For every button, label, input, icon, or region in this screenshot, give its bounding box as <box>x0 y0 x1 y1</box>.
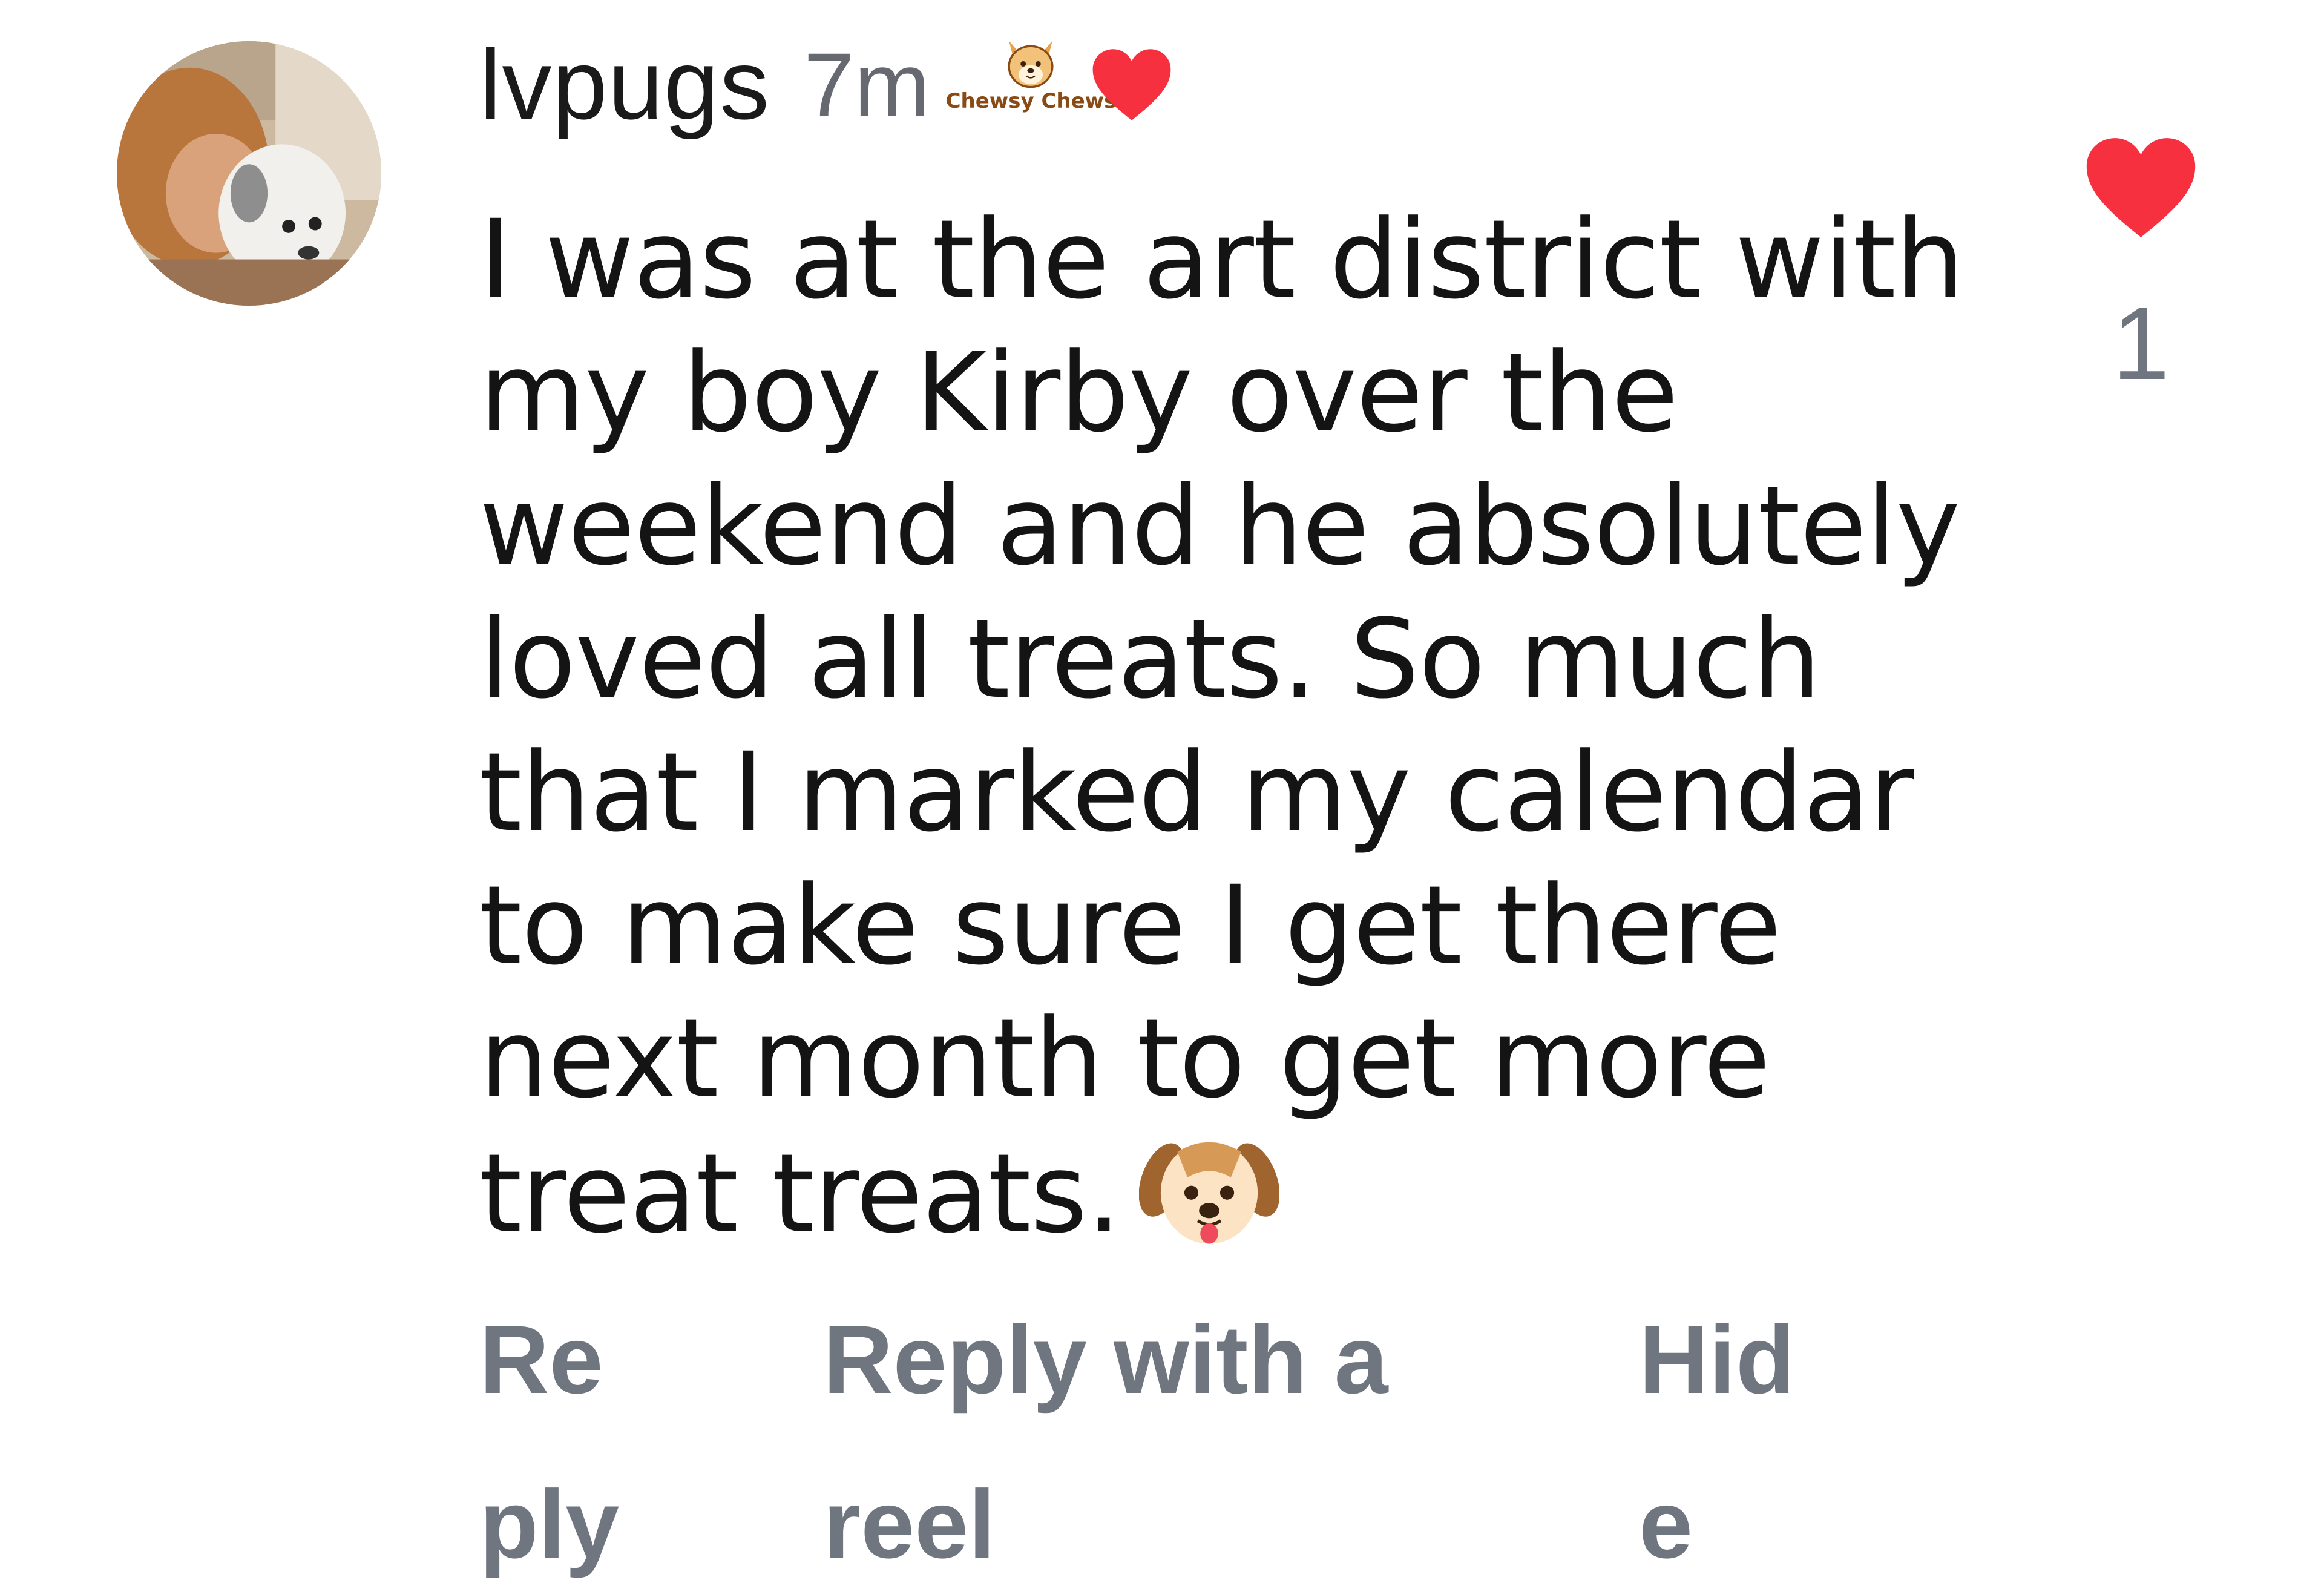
avatar[interactable] <box>117 41 381 306</box>
dog-face-emoji <box>1138 1126 1279 1254</box>
comment-actions: Reply Reply with a reel Hide <box>0 1277 2324 1578</box>
like-section: 1 <box>2082 133 2203 412</box>
comment-header: lvpugs 7m Chewsy Chews <box>479 24 1174 145</box>
dog-face-icon <box>1008 41 1054 88</box>
heart-icon <box>1093 49 1171 120</box>
comment-item: lvpugs 7m Chewsy Chews I was at the art … <box>0 0 2324 1580</box>
reply-with-reel-button[interactable]: Reply with a reel <box>823 1277 1440 1580</box>
comment-text: I was at the art district with my boy Ki… <box>479 194 1980 1261</box>
comment-body: I was at the art district with my boy Ki… <box>479 197 1965 1257</box>
supporter-badge: Chewsy Chews <box>946 27 1116 142</box>
reply-button[interactable]: Reply <box>479 1277 661 1580</box>
like-button[interactable] <box>2082 133 2200 242</box>
timestamp: 7m <box>804 33 930 136</box>
username[interactable]: lvpugs <box>479 28 770 142</box>
hide-button[interactable]: Hide <box>1639 1277 1802 1580</box>
heart-icon <box>2086 138 2196 237</box>
like-count[interactable]: 1 <box>2082 285 2200 403</box>
avatar-image <box>117 41 381 306</box>
